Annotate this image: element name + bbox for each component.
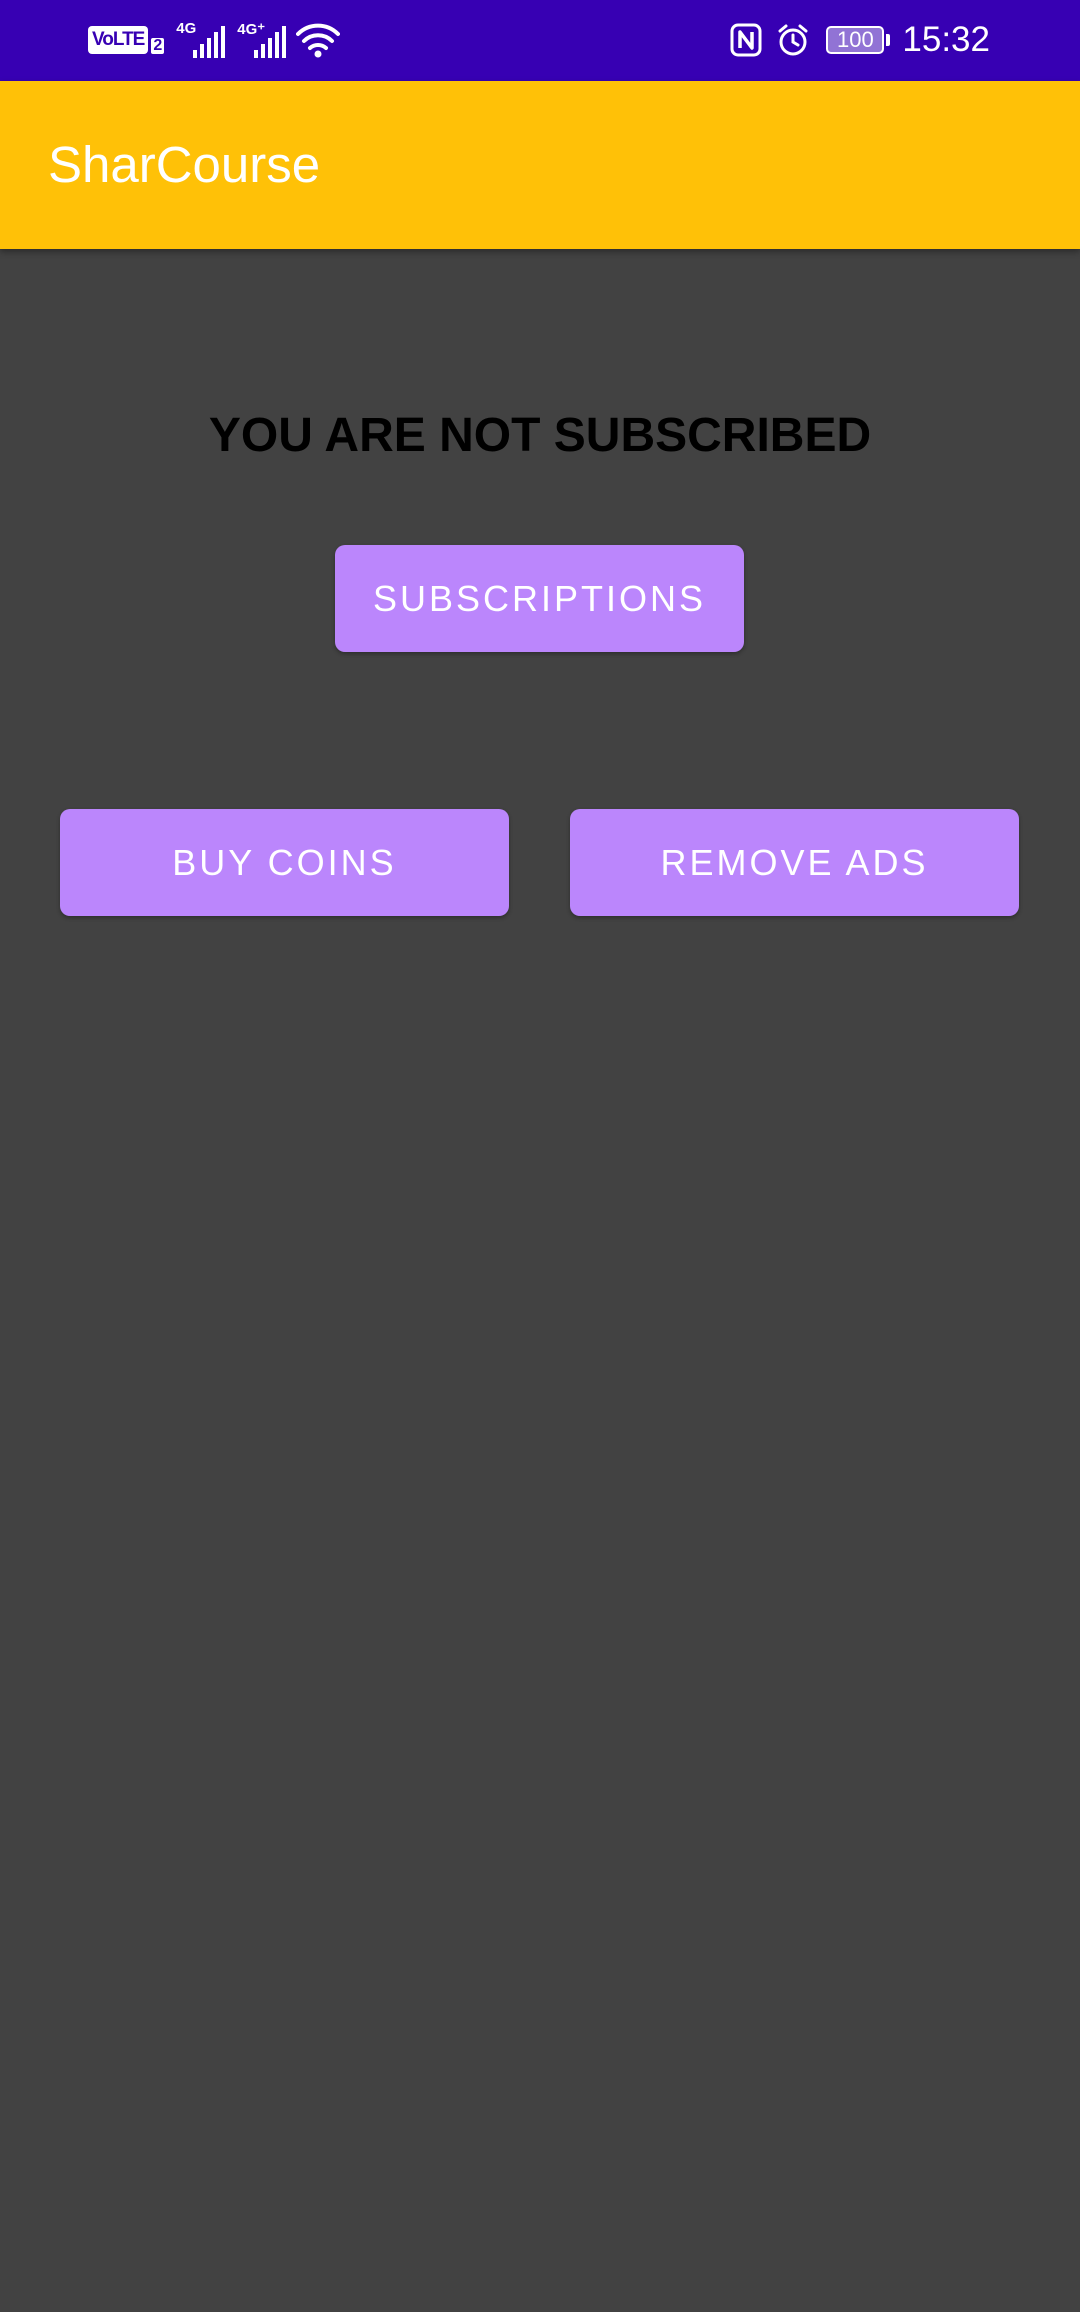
status-bar-left: VoLTE 2 4G 4G⁺ [88, 20, 341, 60]
remove-ads-button[interactable]: REMOVE ADS [570, 809, 1019, 916]
status-bar-clock: 15:32 [902, 20, 990, 59]
alarm-icon [776, 23, 810, 57]
screen: VoLTE 2 4G 4G⁺ 100 15:32 SharCourse YOU … [0, 0, 1080, 2312]
status-bar-right: 100 15:32 [716, 18, 990, 62]
volte-sim-number: 2 [151, 37, 165, 54]
buy-coins-button[interactable]: BUY COINS [60, 809, 509, 916]
status-bar: VoLTE 2 4G 4G⁺ 100 15:32 [0, 0, 1080, 81]
volte-icon: VoLTE 2 [88, 20, 165, 60]
signal-icon-sim1: 4G [176, 20, 226, 58]
wifi-icon [296, 20, 341, 60]
app-bar: SharCourse [0, 81, 1080, 249]
subscription-status-heading: YOU ARE NOT SUBSCRIBED [208, 409, 872, 462]
signal-icon-sim2: 4G⁺ [237, 21, 287, 58]
app-title: SharCourse [48, 136, 321, 193]
battery-level: 100 [826, 26, 885, 54]
network-type-sim1: 4G [176, 20, 197, 37]
volte-label: VoLTE [88, 26, 149, 54]
nfc-icon [730, 23, 762, 57]
battery-icon: 100 [826, 26, 891, 54]
network-type-sim2: 4G⁺ [237, 21, 266, 38]
subscriptions-button[interactable]: SUBSCRIPTIONS [335, 545, 744, 652]
